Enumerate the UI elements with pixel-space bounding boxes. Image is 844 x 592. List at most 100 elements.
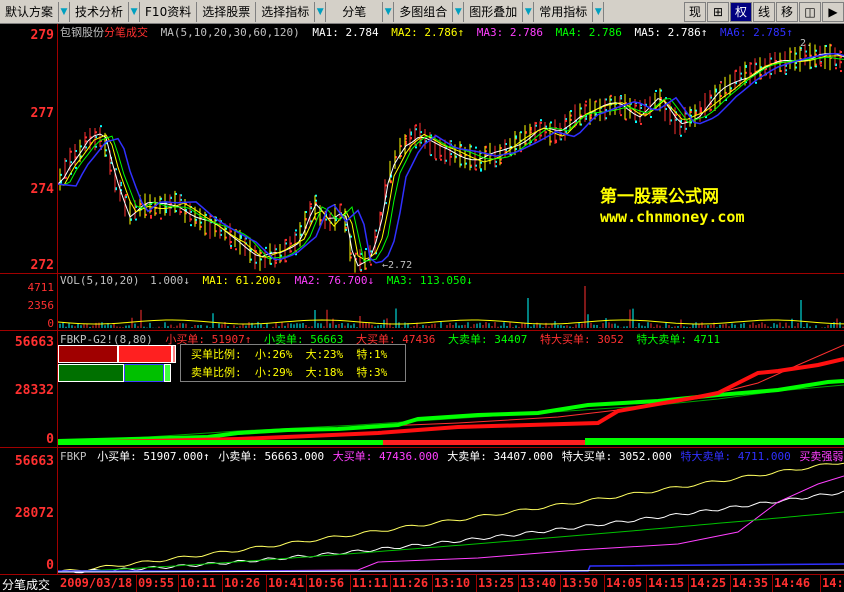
time-divider	[604, 575, 605, 592]
fbkp-small-buy-line	[58, 462, 844, 573]
y-label: 2356	[27, 299, 55, 312]
ma6-legend: MA6: 2.785↑	[719, 26, 793, 39]
time-divider	[390, 575, 391, 592]
fbkp-xl-buy: 特大买单: 3052.000	[561, 450, 672, 463]
large-buy-line	[58, 357, 844, 445]
tick-mark	[655, 89, 657, 92]
default-scheme-button[interactable]: 默认方案	[0, 1, 60, 22]
y-label: 277	[30, 106, 54, 121]
time-axis-mode: 分笔成交	[2, 578, 51, 592]
time-label: 10:11	[180, 576, 217, 590]
time-divider	[136, 575, 137, 592]
chevron-down-icon[interactable]: ▼	[315, 1, 327, 22]
time-label: 13:10	[434, 576, 471, 590]
y-label: 272	[30, 258, 54, 273]
tick-mark	[100, 125, 102, 128]
chevron-down-icon[interactable]: ▼	[453, 1, 465, 22]
grid-icon[interactable]: ⊞	[707, 1, 729, 22]
time-label: 14:35	[732, 576, 769, 590]
time-divider	[820, 575, 821, 592]
vol-ma2: MA2: 76.700↓	[294, 274, 375, 287]
tick-mark	[620, 114, 622, 117]
vol-value: 1.000↓	[150, 274, 190, 287]
chevron-down-icon[interactable]: ▼	[129, 1, 141, 22]
ma6-line	[58, 52, 844, 264]
ma-params: MA(5,10,20,30,60,120)	[160, 26, 300, 39]
tick-mark	[295, 229, 297, 232]
tick-mark	[840, 70, 842, 73]
vol-params: VOL(5,10,20)	[60, 274, 140, 287]
overlay-button[interactable]: 图形叠加	[464, 1, 524, 22]
fbkp-large-sell: 大卖单: 34407.000	[447, 450, 554, 463]
tick-button[interactable]: 分笔	[326, 1, 384, 22]
y-label: 0	[46, 558, 54, 573]
chevron-down-icon[interactable]: ▼	[59, 1, 71, 22]
ma1-legend: MA1: 2.784	[312, 26, 379, 39]
tick-mark	[190, 224, 192, 227]
ma4-legend: MA4: 2.786	[555, 26, 622, 39]
fbkp-small-sell-line	[58, 490, 844, 574]
tick-mark	[650, 115, 652, 118]
fbkp-legend: FBKP 小买单: 51907.000↑ 小卖单: 56663.000 大买单:…	[60, 448, 844, 463]
sell-small-block	[58, 364, 124, 382]
tick-mark	[640, 122, 642, 125]
time-divider	[306, 575, 307, 592]
time-divider	[266, 575, 267, 592]
chevron-down-icon[interactable]: ▼	[383, 1, 395, 22]
next-icon[interactable]: ▶	[822, 1, 844, 22]
tick-mark	[585, 100, 587, 103]
chevron-down-icon[interactable]: ▼	[523, 1, 535, 22]
fbkp-small-sell: 小卖单: 56663.000	[218, 450, 325, 463]
time-label: 13:25	[478, 576, 515, 590]
tick-mark	[75, 166, 77, 169]
sell-xl-block	[164, 364, 171, 382]
buy-small-block	[58, 345, 118, 363]
ratio-box: 买单比例: 小:26% 大:23% 特:1% 卖单比例: 小:29% 大:18%…	[180, 344, 406, 382]
toolbar-right: 现 ⊞ 权 线 移 ◫ ▶	[683, 1, 844, 22]
vol-ma1: MA1: 61.200↓	[202, 274, 282, 287]
time-axis[interactable]: 分笔成交 2009/03/18 09:55 10:11 10:26 10:41 10:56 1…	[0, 574, 844, 592]
move-button[interactable]: 移	[776, 1, 798, 22]
tick-mark	[475, 146, 477, 149]
vol-ma1-line	[58, 319, 844, 325]
y-label: 0	[46, 432, 54, 447]
current-button[interactable]: 现	[684, 1, 706, 22]
time-label: 11:11	[352, 576, 389, 590]
common-indicators-button[interactable]: 常用指标	[534, 1, 594, 22]
select-indicator-button[interactable]: 选择指标	[256, 1, 316, 22]
select-stock-button[interactable]: 选择股票	[197, 1, 257, 22]
fbkp-strength: 买卖强弱: 0.	[799, 450, 844, 463]
time-label: 2009/03/18	[60, 576, 133, 590]
tick-mark	[160, 217, 162, 220]
price-panel: 279 277 274 272 包钢股份分笔成交 MA(5,10,20,30,6…	[0, 24, 844, 273]
vol-ma3: MA3: 113.050↓	[386, 274, 473, 287]
time-label: 14:46	[774, 576, 811, 590]
y-label: 56663	[14, 335, 54, 350]
tick-mark	[265, 246, 267, 249]
y-label: 28072	[14, 506, 54, 521]
buy-large-block	[118, 345, 172, 363]
buy-xl-block	[172, 345, 176, 363]
y-label: 274	[30, 182, 54, 197]
time-label: 14:15	[648, 576, 685, 590]
f10-button[interactable]: F10资料	[140, 1, 198, 22]
time-label: 10:41	[268, 576, 305, 590]
price-chart[interactable]	[58, 24, 844, 273]
panel-icon[interactable]: ◫	[799, 1, 821, 22]
time-divider	[688, 575, 689, 592]
time-divider	[222, 575, 223, 592]
time-divider	[730, 575, 731, 592]
fbkp-chart[interactable]	[58, 448, 844, 574]
time-label: 13:50	[562, 576, 599, 590]
xl-sell-bar	[58, 440, 383, 445]
tick-mark	[440, 158, 442, 161]
multi-chart-button[interactable]: 多图组合	[394, 1, 454, 22]
chevron-down-icon[interactable]: ▼	[593, 1, 605, 22]
tech-analysis-button[interactable]: 技术分析	[70, 1, 130, 22]
line-button[interactable]: 线	[753, 1, 775, 22]
tick-mark	[370, 263, 372, 266]
y-label: 56663	[14, 454, 54, 469]
tick-mark	[150, 214, 152, 217]
fbkp-large-buy: 大买单: 47436.000	[332, 450, 439, 463]
adjust-right-button[interactable]: 权	[730, 1, 752, 22]
